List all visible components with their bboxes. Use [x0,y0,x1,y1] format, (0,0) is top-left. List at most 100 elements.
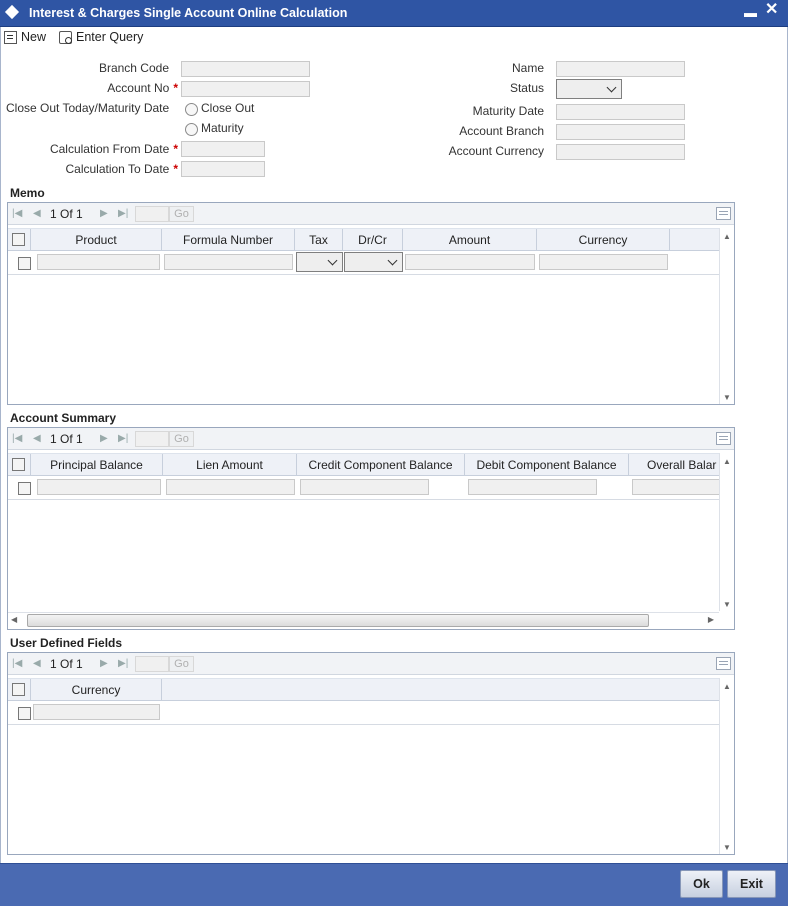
summary-pager: |◀ ◀ 1 Of 1 ▶ ▶| Go [8,428,734,450]
select-all-cell [8,679,31,701]
col-debit-component-balance: Debit Component Balance [465,454,629,475]
account-no-label: Account No * [20,81,178,95]
prev-page-icon[interactable]: ◀ [33,433,41,444]
first-page-icon[interactable]: |◀ [12,433,22,444]
last-page-icon[interactable]: ▶| [118,208,128,219]
account-no-input[interactable] [181,81,310,97]
memo-go-button[interactable]: Go [169,206,194,222]
udf-header-row: Currency [8,678,719,701]
overall-balance-input[interactable] [632,479,719,495]
status-label: Status [509,81,544,95]
first-page-icon[interactable]: |◀ [12,658,22,669]
memo-page-input[interactable] [135,206,169,222]
memo-header-row: Product Formula Number Tax Dr/Cr Amount … [8,228,719,251]
account-no-text: Account No [107,81,170,95]
memo-pager: |◀ ◀ 1 Of 1 ▶ ▶| Go [8,203,734,225]
memo-vertical-scrollbar[interactable]: ▲ ▼ [719,228,734,404]
next-page-icon[interactable]: ▶ [100,208,108,219]
close-icon[interactable]: ✕ [765,2,778,18]
tax-select[interactable] [296,252,343,272]
required-mark: * [173,162,178,176]
name-input[interactable] [556,61,685,77]
credit-component-balance-input[interactable] [300,479,429,495]
scroll-right-icon[interactable]: ▶ [708,615,714,624]
select-all-cell [8,454,31,475]
udf-page-input[interactable] [135,656,169,672]
enter-query-button[interactable]: Enter Query [59,28,143,46]
account-branch-label: Account Branch [459,124,544,138]
udf-currency-input[interactable] [33,704,160,720]
close-out-radio[interactable] [185,103,198,116]
memo-grid: |◀ ◀ 1 Of 1 ▶ ▶| Go Product Formula Numb… [7,202,735,405]
required-mark: * [173,81,178,95]
enter-query-icon [59,30,72,44]
col-formula-number: Formula Number [162,229,295,251]
lien-amount-input[interactable] [166,479,295,495]
scroll-down-icon[interactable]: ▼ [723,600,731,609]
scroll-up-icon[interactable]: ▲ [723,682,731,691]
name-label: Name [511,61,544,75]
summary-horizontal-scrollbar[interactable]: ◀ ▶ [8,612,719,629]
branch-code-input[interactable] [181,61,310,77]
col-dr-cr: Dr/Cr [343,229,403,251]
list-view-icon[interactable] [716,657,731,670]
list-view-icon[interactable] [716,432,731,445]
row-checkbox[interactable] [18,707,31,720]
account-currency-input[interactable] [556,144,685,160]
amount-input[interactable] [405,254,535,270]
scroll-up-icon[interactable]: ▲ [723,232,731,241]
select-all-checkbox[interactable] [12,458,25,471]
close-out-option-label: Close Out [201,101,255,115]
row-checkbox[interactable] [18,257,31,270]
col-currency: Currency [537,229,670,251]
prev-page-icon[interactable]: ◀ [33,658,41,669]
calc-to-text: Calculation To Date [65,162,170,176]
col-product: Product [31,229,162,251]
account-currency-label: Account Currency [448,144,544,158]
list-view-icon[interactable] [716,207,731,220]
summary-title: Account Summary [10,411,117,425]
maturity-option-label: Maturity [201,121,244,135]
ok-button[interactable]: Ok [680,870,723,898]
status-select[interactable] [556,79,622,99]
summary-go-button[interactable]: Go [169,431,194,447]
minimize-icon[interactable]: ▬ [744,6,757,19]
scroll-up-icon[interactable]: ▲ [723,457,731,466]
select-all-checkbox[interactable] [12,233,25,246]
new-icon [4,30,17,44]
summary-vertical-scrollbar[interactable]: ▲ ▼ [719,453,734,611]
branch-code-label: Branch Code [98,61,169,75]
product-input[interactable] [37,254,160,270]
scroll-left-icon[interactable]: ◀ [11,615,17,624]
last-page-icon[interactable]: ▶| [118,433,128,444]
next-page-icon[interactable]: ▶ [100,433,108,444]
last-page-icon[interactable]: ▶| [118,658,128,669]
maturity-date-input[interactable] [556,104,685,120]
principal-balance-input[interactable] [37,479,161,495]
scroll-down-icon[interactable]: ▼ [723,393,731,402]
dr-cr-select[interactable] [344,252,403,272]
first-page-icon[interactable]: |◀ [12,208,22,219]
summary-page-input[interactable] [135,431,169,447]
calc-to-date-input[interactable] [181,161,265,177]
currency-input[interactable] [539,254,668,270]
formula-number-input[interactable] [164,254,293,270]
debit-component-balance-input[interactable] [468,479,597,495]
maturity-radio[interactable] [185,123,198,136]
row-checkbox[interactable] [18,482,31,495]
summary-grid: |◀ ◀ 1 Of 1 ▶ ▶| Go Principal Balance Li… [7,427,735,630]
exit-button[interactable]: Exit [727,870,776,898]
scroll-down-icon[interactable]: ▼ [723,843,731,852]
udf-go-button[interactable]: Go [169,656,194,672]
udf-vertical-scrollbar[interactable]: ▲ ▼ [719,678,734,854]
account-branch-input[interactable] [556,124,685,140]
calc-from-text: Calculation From Date [49,142,170,156]
select-all-checkbox[interactable] [12,683,25,696]
prev-page-icon[interactable]: ◀ [33,208,41,219]
col-amount: Amount [403,229,537,251]
next-page-icon[interactable]: ▶ [100,658,108,669]
scroll-thumb[interactable] [27,614,649,627]
calc-from-date-input[interactable] [181,141,265,157]
summary-page-indicator: 1 Of 1 [50,432,83,446]
new-button[interactable]: New [4,28,46,46]
